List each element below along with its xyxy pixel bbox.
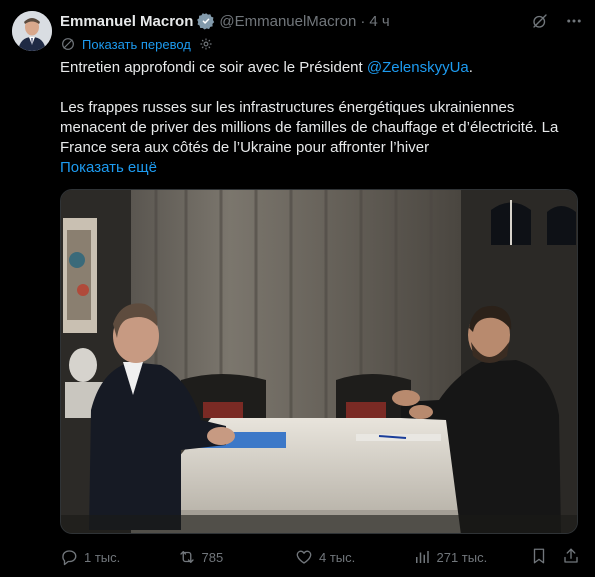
show-more-link[interactable]: Показать ещё xyxy=(60,159,157,176)
tweet-header: Emmanuel Macron @EmmanuelMacron · 4 ч xyxy=(60,11,583,31)
tweet-line1: Entretien approfondi ce soir avec le Pré… xyxy=(60,59,367,76)
translate-label[interactable]: Показать перевод xyxy=(82,37,191,52)
tweet-time[interactable]: 4 ч xyxy=(369,13,389,30)
reply-button[interactable]: 1 тыс. xyxy=(60,548,178,566)
views-icon xyxy=(413,548,431,566)
like-count: 4 тыс. xyxy=(319,549,356,565)
retweet-count: 785 xyxy=(201,549,224,565)
mention-link[interactable]: @ZelenskyyUa xyxy=(367,59,469,76)
gear-icon[interactable] xyxy=(199,37,213,51)
like-icon xyxy=(295,548,313,566)
reply-count: 1 тыс. xyxy=(84,549,121,565)
retweet-icon xyxy=(178,548,196,566)
avatar[interactable] xyxy=(12,11,52,51)
views-count: 271 тыс. xyxy=(436,549,488,565)
author-name[interactable]: Emmanuel Macron xyxy=(60,13,193,30)
like-button[interactable]: 4 тыс. xyxy=(295,548,413,566)
retweet-button[interactable]: 785 xyxy=(178,548,296,566)
more-icon[interactable] xyxy=(565,12,583,30)
reply-icon xyxy=(60,548,78,566)
bookmark-icon[interactable] xyxy=(530,547,548,568)
tweet-photo[interactable] xyxy=(60,189,578,534)
tweet-text: Entretien approfondi ce soir avec le Pré… xyxy=(60,58,580,178)
header-icons xyxy=(531,12,583,30)
translate-icon xyxy=(60,36,76,52)
translate-link[interactable]: Показать перевод xyxy=(60,36,213,52)
tweet-line1-end: . xyxy=(468,59,473,76)
separator-dot: · xyxy=(360,12,366,30)
views-button[interactable]: 271 тыс. xyxy=(413,548,531,566)
author-handle[interactable]: @EmmanuelMacron xyxy=(219,13,356,30)
tweet-paragraph: Les frappes russes sur les infrastructur… xyxy=(60,99,559,156)
action-right-group xyxy=(530,547,580,568)
verified-badge-icon xyxy=(197,12,215,30)
share-icon[interactable] xyxy=(562,547,580,568)
grok-icon[interactable] xyxy=(531,12,549,30)
tweet-actions: 1 тыс. 785 4 тыс. 271 тыс. xyxy=(60,546,580,568)
